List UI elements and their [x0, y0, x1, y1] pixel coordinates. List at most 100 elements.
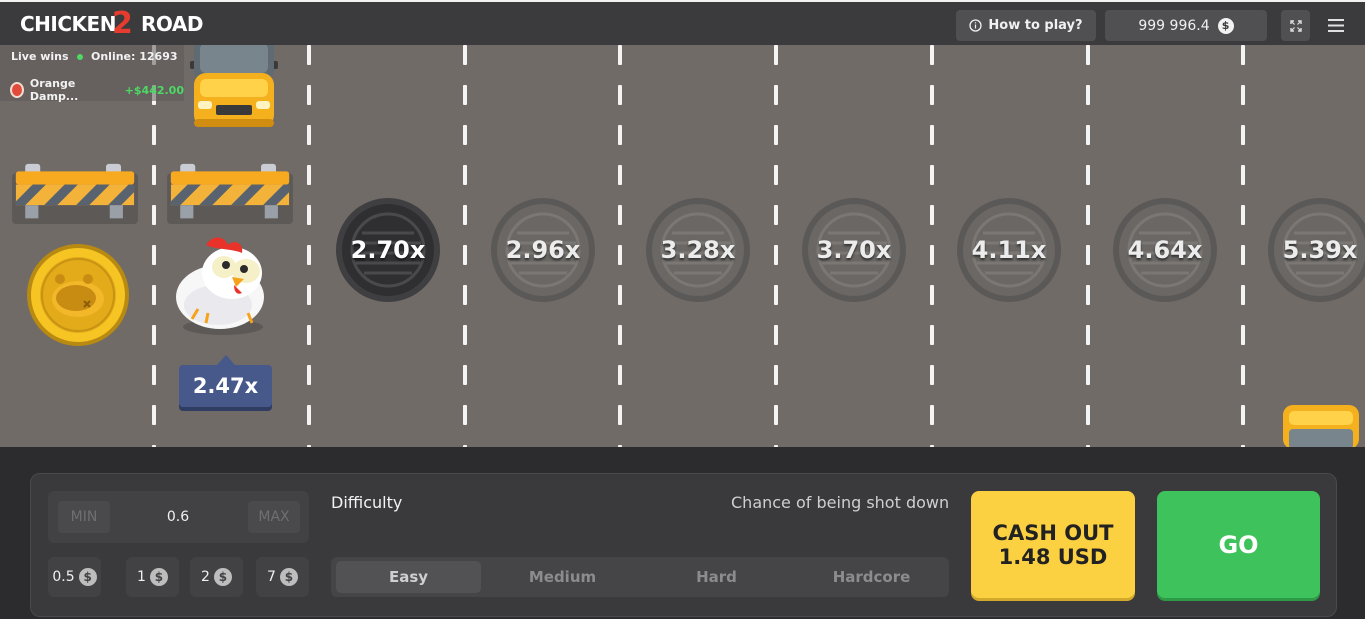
lane-dash	[1241, 445, 1245, 447]
dollar-coin-icon: $	[279, 568, 298, 586]
lane-dash	[618, 125, 622, 145]
lane-dash	[930, 45, 934, 65]
lane-dash	[1086, 45, 1090, 65]
lane-divider	[930, 45, 934, 447]
lane-dash	[774, 365, 778, 385]
lane-dash	[930, 245, 934, 265]
chip-label: 1	[137, 569, 146, 585]
lane-dash	[307, 85, 311, 105]
lane-dash	[774, 405, 778, 425]
bet-chip-2[interactable]: 2 $	[190, 557, 243, 597]
lane-dash	[618, 445, 622, 447]
lane-dash	[1086, 405, 1090, 425]
dollar-coin-icon: $	[78, 568, 97, 586]
bet-chip-0.5[interactable]: 0.5 $	[48, 557, 101, 597]
cash-out-button[interactable]: CASH OUT 1.48 USD	[971, 491, 1135, 598]
lane-dash	[307, 205, 311, 225]
lane-dash	[1241, 285, 1245, 305]
lane-dash	[152, 445, 156, 447]
difficulty-hardcore[interactable]: Hardcore	[799, 561, 944, 593]
go-button[interactable]: GO	[1157, 491, 1320, 598]
lane-dash	[307, 405, 311, 425]
lane-dash	[1241, 365, 1245, 385]
lane-dash	[1086, 205, 1090, 225]
lane-dash	[618, 245, 622, 265]
lane-dash	[152, 245, 156, 265]
lane-dash	[930, 445, 934, 447]
yellow-car	[190, 45, 278, 127]
multiplier-label: 4.64x	[1127, 236, 1203, 264]
lane-dash	[930, 325, 934, 345]
top-bar: CHICKEN 2 ROAD How to play? 999 996.4 $	[0, 0, 1365, 45]
chicken-road-logo: CHICKEN 2 ROAD	[20, 6, 203, 41]
dollar-coin-icon: $	[213, 568, 232, 586]
bet-chip-1[interactable]: 1 $	[126, 557, 179, 597]
manhole-lane-6: 4.64x	[1112, 197, 1218, 303]
lane-dash	[618, 365, 622, 385]
fullscreen-icon	[1289, 19, 1302, 32]
lane-dash	[930, 205, 934, 225]
lane-dash	[152, 405, 156, 425]
lane-dash	[930, 165, 934, 185]
lane-divider	[307, 45, 311, 447]
menu-button[interactable]	[1323, 10, 1349, 41]
lane-dash	[774, 205, 778, 225]
bet-min-button[interactable]: MIN	[58, 501, 110, 533]
lane-dash	[463, 45, 467, 65]
lane-dash	[1241, 245, 1245, 265]
lane-dash	[930, 285, 934, 305]
fullscreen-button[interactable]	[1281, 10, 1310, 41]
difficulty-selector: Easy Medium Hard Hardcore	[331, 557, 949, 597]
game-app: CHICKEN 2 ROAD How to play? 999 996.4 $	[0, 0, 1365, 619]
lane-dash	[307, 365, 311, 385]
online-count: Online: 12693	[77, 50, 178, 63]
lane-dash	[307, 245, 311, 265]
yellow-car-bottom	[1283, 405, 1359, 447]
lane-dash	[930, 365, 934, 385]
online-count-label: Online: 12693	[91, 50, 178, 63]
lane-dash	[1086, 325, 1090, 345]
lane-dash	[1241, 405, 1245, 425]
lane-dash	[618, 325, 622, 345]
lane-dash	[1086, 445, 1090, 447]
lane-divider	[1086, 45, 1090, 447]
difficulty-medium[interactable]: Medium	[490, 561, 635, 593]
how-to-play-button[interactable]: How to play?	[956, 10, 1096, 41]
difficulty-hard[interactable]: Hard	[644, 561, 789, 593]
lane-dash	[307, 285, 311, 305]
lane-dash	[152, 165, 156, 185]
manhole-lane-5: 4.11x	[956, 197, 1062, 303]
lane-dash	[774, 85, 778, 105]
live-win-entry: Orange Damp... +$442.00	[10, 77, 184, 103]
lane-divider	[152, 45, 156, 447]
lane-dash	[1086, 285, 1090, 305]
lane-dash	[307, 325, 311, 345]
lane-dash	[152, 205, 156, 225]
lane-dash	[463, 125, 467, 145]
manhole-lane-1: 2.70x	[335, 197, 441, 303]
lane-dash	[618, 85, 622, 105]
cash-out-label: CASH OUT	[992, 520, 1114, 545]
lane-dash	[774, 245, 778, 265]
live-wins-panel: Live wins Online: 12693 Orange Damp... +…	[0, 45, 184, 103]
online-dot-icon	[77, 54, 83, 60]
bet-amount-box: MIN 0.6 MAX	[48, 491, 309, 543]
lane-dash	[618, 405, 622, 425]
bet-amount-input[interactable]: 0.6	[118, 501, 238, 533]
lane-dash	[463, 325, 467, 345]
manhole-lane-3: 3.28x	[645, 197, 751, 303]
lane-dash	[774, 165, 778, 185]
lane-divider	[1241, 45, 1245, 447]
bet-chip-7[interactable]: 7 $	[256, 557, 309, 597]
lane-dash	[1086, 365, 1090, 385]
barrier-icon	[167, 163, 293, 224]
lane-dash	[1086, 165, 1090, 185]
bet-max-button[interactable]: MAX	[248, 501, 300, 533]
lane-dash	[152, 325, 156, 345]
multiplier-label: 3.70x	[816, 236, 892, 264]
multiplier-label: 2.70x	[350, 236, 426, 264]
lane-dash	[152, 285, 156, 305]
difficulty-easy[interactable]: Easy	[336, 561, 481, 593]
lane-dash	[1086, 85, 1090, 105]
lane-dash	[930, 405, 934, 425]
